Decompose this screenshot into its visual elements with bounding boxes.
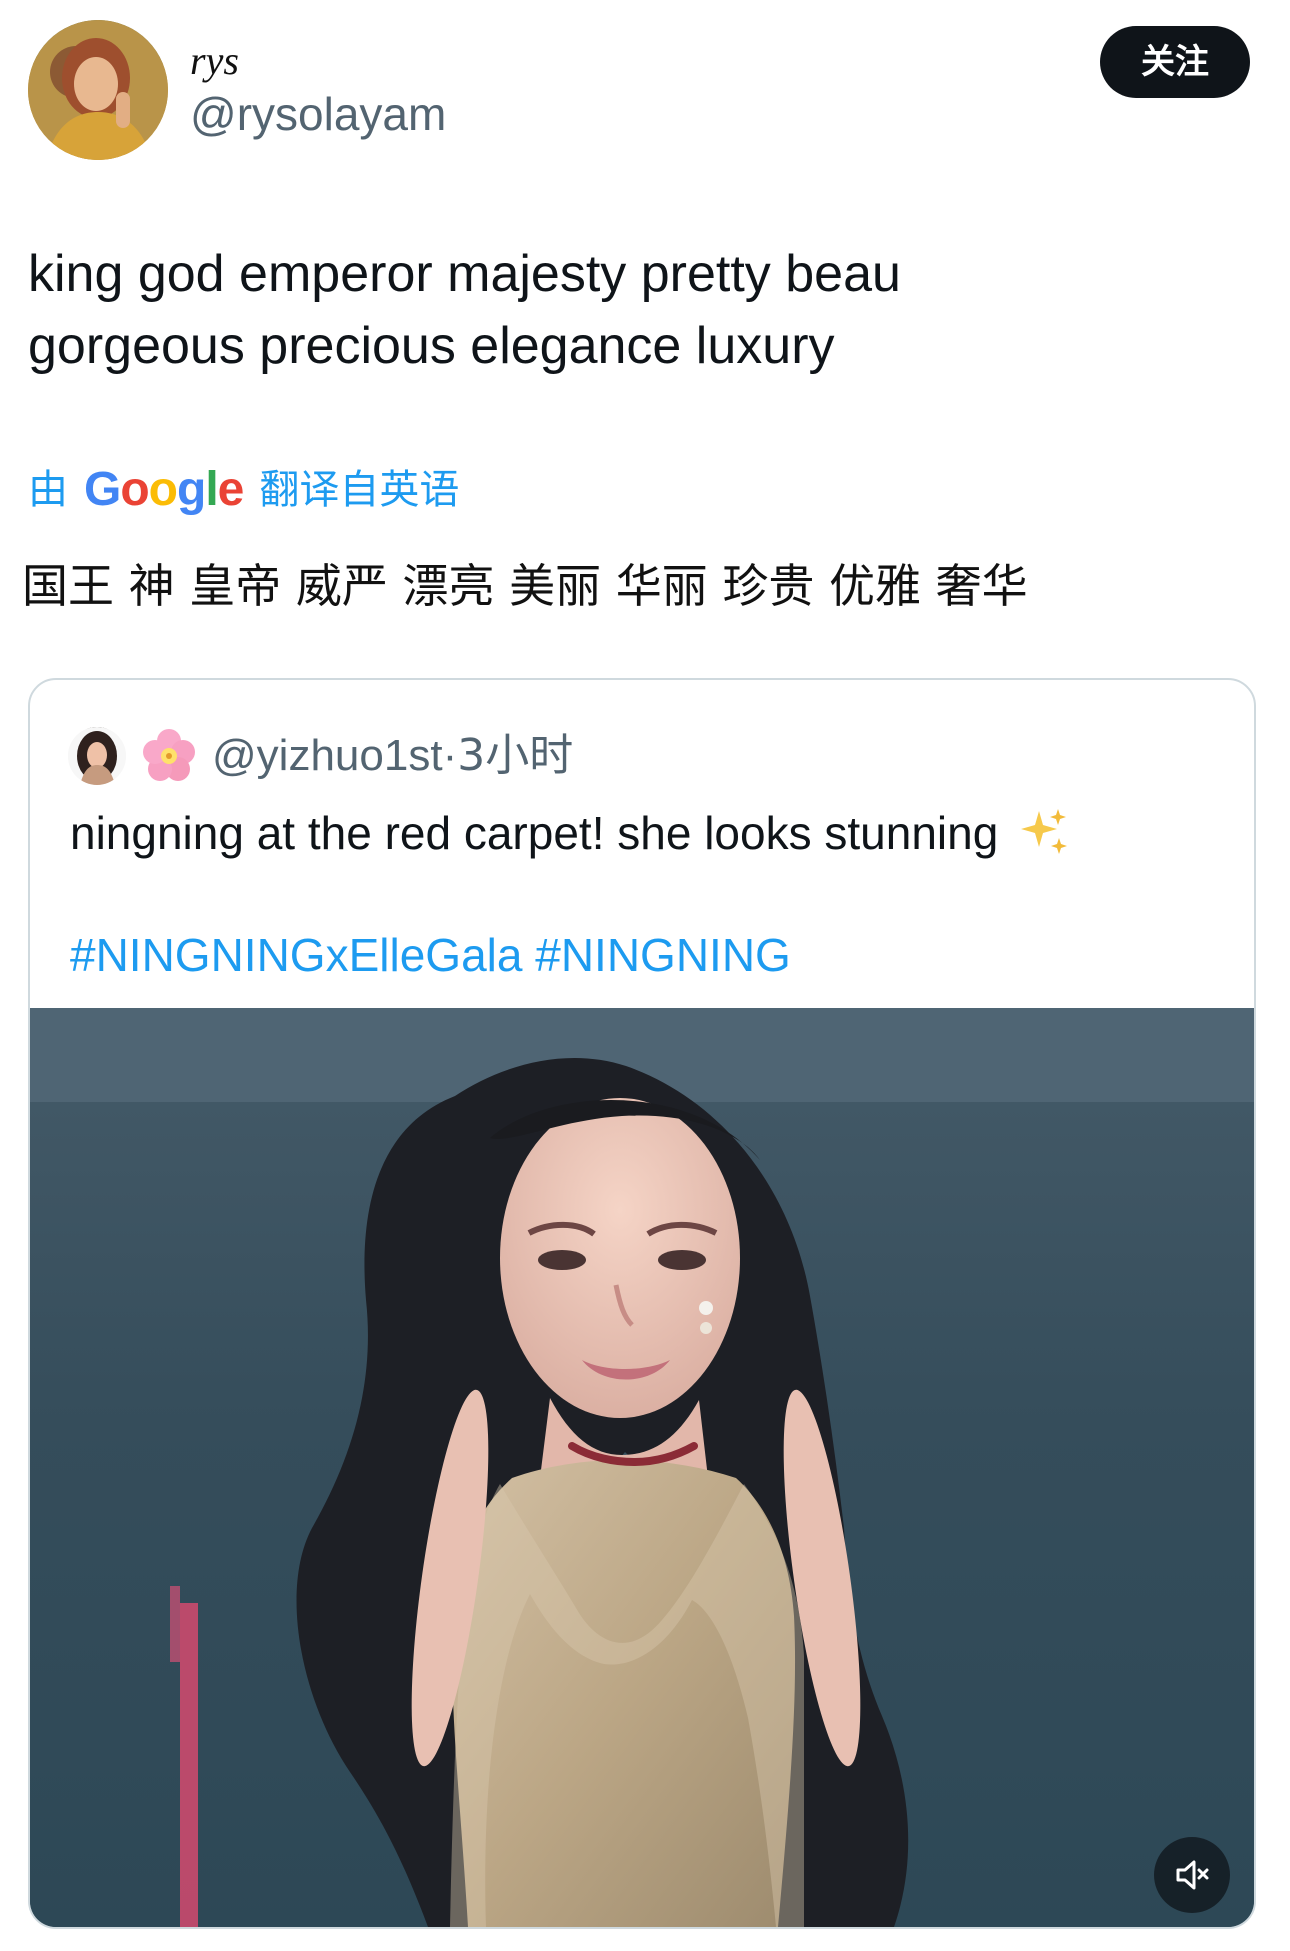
text-fade-overlay: [920, 280, 1060, 292]
video-player[interactable]: [30, 1008, 1254, 1927]
meta-separator: ·: [442, 731, 458, 780]
quoted-tweet-text: ningning at the red carpet! she looks st…: [70, 798, 1210, 868]
quoted-handle[interactable]: @yizhuo1st: [212, 731, 443, 780]
translation-prefix: 由: [28, 467, 68, 513]
follow-button[interactable]: 关注: [1100, 26, 1250, 98]
translated-text: 国王 神 皇帝 威严 漂亮 美丽 华丽 珍贵 优雅 奢华: [22, 559, 1028, 613]
translation-suffix[interactable]: 翻译自英语: [259, 466, 459, 514]
hashtag-list: #NINGNINGxElleGala #NINGNING: [70, 920, 1210, 990]
quoted-tweet-header: @yizhuo1st·3小时: [68, 724, 573, 788]
video-frame: [30, 1008, 1254, 1927]
quoted-author-avatar[interactable]: [68, 727, 126, 785]
muted-speaker-icon: [1176, 1860, 1209, 1890]
google-logo-letter: o: [120, 463, 149, 516]
author-avatar[interactable]: [28, 20, 168, 160]
author-handle[interactable]: @rysolayam: [190, 86, 690, 142]
mute-button[interactable]: [1154, 1837, 1230, 1913]
quoted-tweet-card[interactable]: @yizhuo1st·3小时 ningning at the red carpe…: [28, 678, 1256, 1929]
quoted-timestamp[interactable]: 3小时: [457, 730, 573, 781]
google-logo-letter: l: [205, 463, 218, 516]
author-display-name[interactable]: rys: [190, 38, 690, 84]
quoted-tweet-body: ningning at the red carpet! she looks st…: [70, 807, 999, 859]
google-logo: Google: [84, 463, 245, 516]
translation-attribution: 由 Google 翻译自英语: [28, 452, 459, 528]
hashtag-link[interactable]: #NINGNINGxElleGala: [70, 929, 522, 981]
google-logo-letter: g: [177, 463, 206, 516]
tweet-header: rys @rysolayam 关注: [28, 20, 1262, 168]
author-meta: rys @rysolayam: [190, 38, 690, 142]
author-avatar-image: [28, 20, 168, 160]
hashtag-link[interactable]: #NINGNING: [535, 929, 791, 981]
google-logo-letter: o: [148, 463, 178, 516]
tweet-text: king god emperor majesty pretty beau gor…: [28, 245, 901, 375]
quoted-author-avatar-image: [68, 727, 126, 785]
sparkles-icon: [1021, 809, 1068, 854]
google-logo-letter: e: [217, 463, 245, 516]
cherry-blossom-icon: [143, 729, 195, 781]
quoted-meta: @yizhuo1st·3小时: [212, 728, 573, 784]
google-logo-letter: G: [84, 463, 121, 516]
